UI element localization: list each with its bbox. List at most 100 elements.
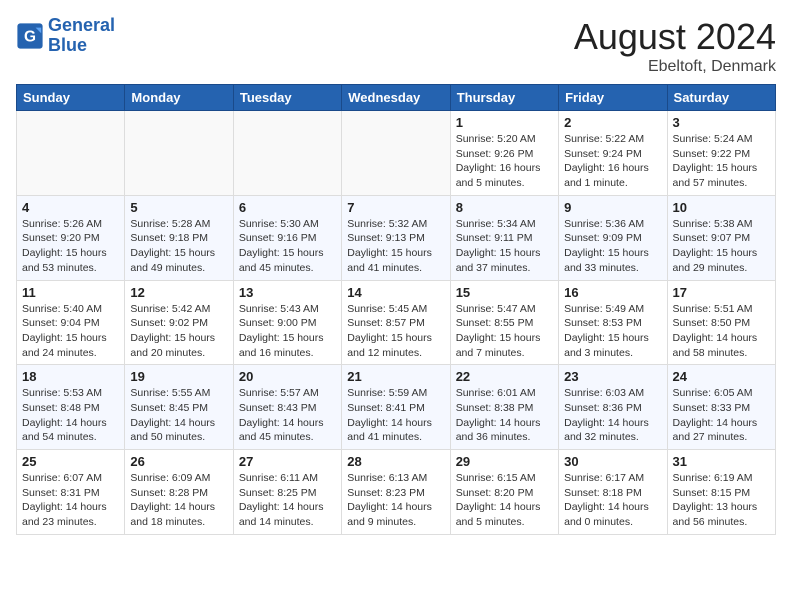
day-header-thursday: Thursday <box>450 85 558 111</box>
calendar-cell: 25 Sunrise: 6:07 AM Sunset: 8:31 PM Dayli… <box>17 450 125 535</box>
calendar-week-row: 4 Sunrise: 5:26 AM Sunset: 9:20 PM Daylig… <box>17 195 776 280</box>
calendar-cell: 1Sunrise: 5:20 AM Sunset: 9:26 PM Daylig… <box>450 111 558 196</box>
day-number: 19 <box>130 369 227 384</box>
calendar-cell: 8 Sunrise: 5:34 AM Sunset: 9:11 PM Daylig… <box>450 195 558 280</box>
day-number: 17 <box>673 285 770 300</box>
calendar-cell: 12 Sunrise: 5:42 AM Sunset: 9:02 PM Dayli… <box>125 280 233 365</box>
logo-text: General Blue <box>48 16 115 56</box>
day-info: Sunrise: 5:51 AM Sunset: 8:50 PM Dayligh… <box>673 302 770 361</box>
day-header-friday: Friday <box>559 85 667 111</box>
calendar-cell: 14 Sunrise: 5:45 AM Sunset: 8:57 PM Dayli… <box>342 280 450 365</box>
day-info: Sunrise: 5:36 AM Sunset: 9:09 PM Dayligh… <box>564 217 661 276</box>
day-number: 7 <box>347 200 444 215</box>
day-number: 22 <box>456 369 553 384</box>
day-number: 26 <box>130 454 227 469</box>
page-header: G General Blue August 2024 Ebeltoft, Den… <box>16 16 776 76</box>
logo-icon: G <box>16 22 44 50</box>
day-info: Sunrise: 5:53 AM Sunset: 8:48 PM Dayligh… <box>22 386 119 445</box>
day-number: 30 <box>564 454 661 469</box>
calendar-week-row: 18 Sunrise: 5:53 AM Sunset: 8:48 PM Dayli… <box>17 365 776 450</box>
calendar-cell: 26Sunrise: 6:09 AM Sunset: 8:28 PM Dayli… <box>125 450 233 535</box>
calendar-cell: 15Sunrise: 5:47 AM Sunset: 8:55 PM Dayli… <box>450 280 558 365</box>
logo-blue: Blue <box>48 35 87 55</box>
calendar-cell: 29Sunrise: 6:15 AM Sunset: 8:20 PM Dayli… <box>450 450 558 535</box>
day-info: Sunrise: 5:55 AM Sunset: 8:45 PM Dayligh… <box>130 386 227 445</box>
day-info: Sunrise: 6:11 AM Sunset: 8:25 PM Dayligh… <box>239 471 336 530</box>
calendar-cell: 19 Sunrise: 5:55 AM Sunset: 8:45 PM Dayli… <box>125 365 233 450</box>
calendar-cell: 4 Sunrise: 5:26 AM Sunset: 9:20 PM Daylig… <box>17 195 125 280</box>
day-info: Sunrise: 5:34 AM Sunset: 9:11 PM Dayligh… <box>456 217 553 276</box>
calendar-cell: 30 Sunrise: 6:17 AM Sunset: 8:18 PM Dayli… <box>559 450 667 535</box>
day-info: Sunrise: 6:03 AM Sunset: 8:36 PM Dayligh… <box>564 386 661 445</box>
calendar-cell: 9Sunrise: 5:36 AM Sunset: 9:09 PM Daylig… <box>559 195 667 280</box>
day-number: 28 <box>347 454 444 469</box>
calendar-cell: 6Sunrise: 5:30 AM Sunset: 9:16 PM Daylig… <box>233 195 341 280</box>
day-header-monday: Monday <box>125 85 233 111</box>
day-number: 24 <box>673 369 770 384</box>
calendar-cell: 16Sunrise: 5:49 AM Sunset: 8:53 PM Dayli… <box>559 280 667 365</box>
day-info: Sunrise: 5:26 AM Sunset: 9:20 PM Dayligh… <box>22 217 119 276</box>
day-number: 8 <box>456 200 553 215</box>
calendar-header-row: SundayMondayTuesdayWednesdayThursdayFrid… <box>17 85 776 111</box>
day-info: Sunrise: 5:38 AM Sunset: 9:07 PM Dayligh… <box>673 217 770 276</box>
day-info: Sunrise: 5:32 AM Sunset: 9:13 PM Dayligh… <box>347 217 444 276</box>
day-info: Sunrise: 6:17 AM Sunset: 8:18 PM Dayligh… <box>564 471 661 530</box>
calendar-cell: 7 Sunrise: 5:32 AM Sunset: 9:13 PM Daylig… <box>342 195 450 280</box>
calendar-cell: 21 Sunrise: 5:59 AM Sunset: 8:41 PM Dayli… <box>342 365 450 450</box>
calendar-week-row: 1Sunrise: 5:20 AM Sunset: 9:26 PM Daylig… <box>17 111 776 196</box>
day-info: Sunrise: 5:24 AM Sunset: 9:22 PM Dayligh… <box>673 132 770 191</box>
day-info: Sunrise: 5:45 AM Sunset: 8:57 PM Dayligh… <box>347 302 444 361</box>
day-info: Sunrise: 5:22 AM Sunset: 9:24 PM Dayligh… <box>564 132 661 191</box>
day-number: 31 <box>673 454 770 469</box>
calendar-cell: 5Sunrise: 5:28 AM Sunset: 9:18 PM Daylig… <box>125 195 233 280</box>
logo-general: General <box>48 15 115 35</box>
svg-text:G: G <box>24 28 36 45</box>
day-info: Sunrise: 6:07 AM Sunset: 8:31 PM Dayligh… <box>22 471 119 530</box>
location: Ebeltoft, Denmark <box>574 58 776 76</box>
calendar-cell: 20Sunrise: 5:57 AM Sunset: 8:43 PM Dayli… <box>233 365 341 450</box>
day-header-saturday: Saturday <box>667 85 775 111</box>
day-header-sunday: Sunday <box>17 85 125 111</box>
day-number: 16 <box>564 285 661 300</box>
day-info: Sunrise: 5:47 AM Sunset: 8:55 PM Dayligh… <box>456 302 553 361</box>
day-number: 2 <box>564 115 661 130</box>
day-number: 10 <box>673 200 770 215</box>
calendar-cell: 13 Sunrise: 5:43 AM Sunset: 9:00 PM Dayli… <box>233 280 341 365</box>
day-info: Sunrise: 5:40 AM Sunset: 9:04 PM Dayligh… <box>22 302 119 361</box>
day-number: 21 <box>347 369 444 384</box>
calendar-table: SundayMondayTuesdayWednesdayThursdayFrid… <box>16 84 776 535</box>
day-number: 14 <box>347 285 444 300</box>
day-header-tuesday: Tuesday <box>233 85 341 111</box>
day-info: Sunrise: 5:42 AM Sunset: 9:02 PM Dayligh… <box>130 302 227 361</box>
day-info: Sunrise: 5:43 AM Sunset: 9:00 PM Dayligh… <box>239 302 336 361</box>
day-header-wednesday: Wednesday <box>342 85 450 111</box>
calendar-cell: 23 Sunrise: 6:03 AM Sunset: 8:36 PM Dayli… <box>559 365 667 450</box>
day-number: 18 <box>22 369 119 384</box>
calendar-cell: 11Sunrise: 5:40 AM Sunset: 9:04 PM Dayli… <box>17 280 125 365</box>
day-info: Sunrise: 5:59 AM Sunset: 8:41 PM Dayligh… <box>347 386 444 445</box>
day-info: Sunrise: 6:13 AM Sunset: 8:23 PM Dayligh… <box>347 471 444 530</box>
day-info: Sunrise: 5:20 AM Sunset: 9:26 PM Dayligh… <box>456 132 553 191</box>
day-number: 13 <box>239 285 336 300</box>
calendar-cell <box>17 111 125 196</box>
day-number: 3 <box>673 115 770 130</box>
calendar-cell: 17 Sunrise: 5:51 AM Sunset: 8:50 PM Dayli… <box>667 280 775 365</box>
calendar-cell: 22Sunrise: 6:01 AM Sunset: 8:38 PM Dayli… <box>450 365 558 450</box>
calendar-cell <box>233 111 341 196</box>
day-info: Sunrise: 5:28 AM Sunset: 9:18 PM Dayligh… <box>130 217 227 276</box>
day-number: 12 <box>130 285 227 300</box>
calendar-cell: 31 Sunrise: 6:19 AM Sunset: 8:15 PM Dayli… <box>667 450 775 535</box>
title-block: August 2024 Ebeltoft, Denmark <box>574 16 776 76</box>
day-number: 23 <box>564 369 661 384</box>
calendar-cell: 27Sunrise: 6:11 AM Sunset: 8:25 PM Dayli… <box>233 450 341 535</box>
day-info: Sunrise: 5:57 AM Sunset: 8:43 PM Dayligh… <box>239 386 336 445</box>
day-info: Sunrise: 6:19 AM Sunset: 8:15 PM Dayligh… <box>673 471 770 530</box>
calendar-cell <box>125 111 233 196</box>
day-info: Sunrise: 6:05 AM Sunset: 8:33 PM Dayligh… <box>673 386 770 445</box>
calendar-cell: 3 Sunrise: 5:24 AM Sunset: 9:22 PM Daylig… <box>667 111 775 196</box>
day-number: 25 <box>22 454 119 469</box>
calendar-cell: 18 Sunrise: 5:53 AM Sunset: 8:48 PM Dayli… <box>17 365 125 450</box>
month-year: August 2024 <box>574 16 776 58</box>
day-number: 4 <box>22 200 119 215</box>
calendar-week-row: 11Sunrise: 5:40 AM Sunset: 9:04 PM Dayli… <box>17 280 776 365</box>
